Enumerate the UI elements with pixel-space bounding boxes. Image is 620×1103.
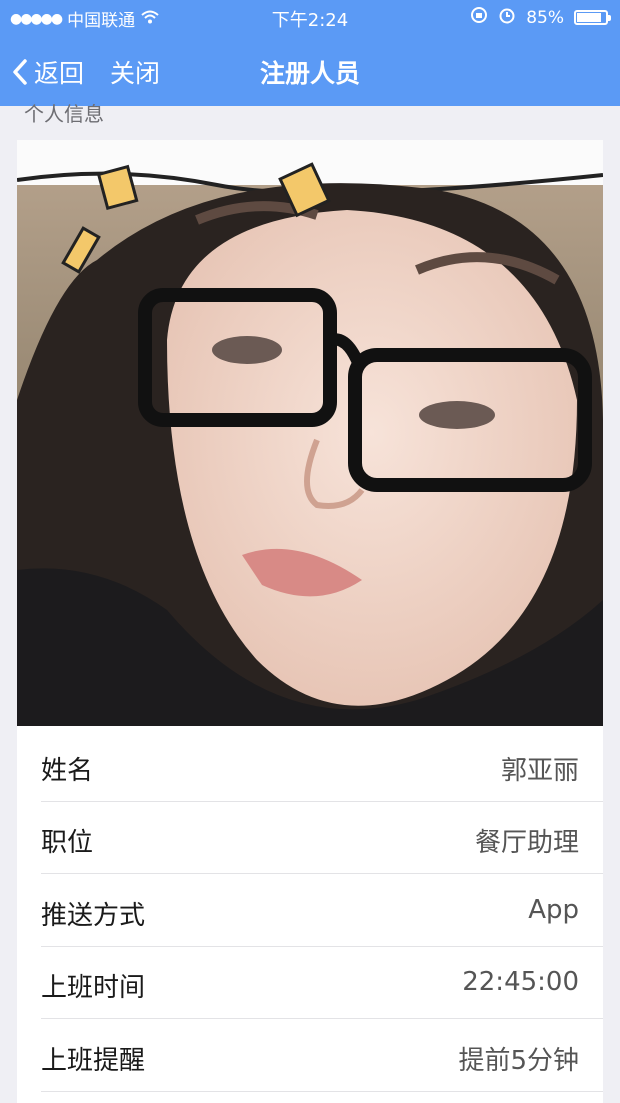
section-header: 个人信息 <box>24 102 104 126</box>
field-value: 餐厅助理 <box>474 828 579 858</box>
field-row-name: 姓名 郭亚丽 <box>41 730 603 802</box>
field-row-shift-time: 上班时间 22:45:00 <box>41 947 603 1019</box>
profile-card: 姓名 郭亚丽 职位 餐厅助理 推送方式 App 上班时间 22:45:00 上班… <box>17 140 603 1103</box>
battery-percent: 85% <box>526 7 564 28</box>
status-bar: ●●●●● 中国联通 下午2:24 85% <box>0 0 620 36</box>
field-row-position: 职位 餐厅助理 <box>41 802 603 874</box>
field-label: 推送方式 <box>41 901 146 931</box>
field-value: 郭亚丽 <box>500 756 579 786</box>
field-value: App <box>528 895 579 925</box>
page-title: 注册人员 <box>259 59 360 88</box>
field-label: 姓名 <box>41 756 94 786</box>
top-bar: ●●●●● 中国联通 下午2:24 85% 返回 关闭 注册人员 <box>0 0 620 106</box>
field-row-push-method: 推送方式 App <box>41 875 603 947</box>
lock-rotation-icon <box>470 6 488 29</box>
field-row-shift-reminder: 上班提醒 提前5分钟 <box>41 1020 603 1092</box>
field-label: 职位 <box>41 828 94 858</box>
field-label: 上班时间 <box>41 973 146 1003</box>
battery-icon <box>574 10 611 25</box>
navigation-bar: 返回 关闭 注册人员 <box>0 42 620 98</box>
field-value: 提前5分钟 <box>458 1046 579 1076</box>
field-label: 上班提醒 <box>41 1046 146 1076</box>
alarm-icon <box>498 6 516 29</box>
profile-photo[interactable] <box>17 140 603 726</box>
field-value: 22:45:00 <box>462 967 579 997</box>
